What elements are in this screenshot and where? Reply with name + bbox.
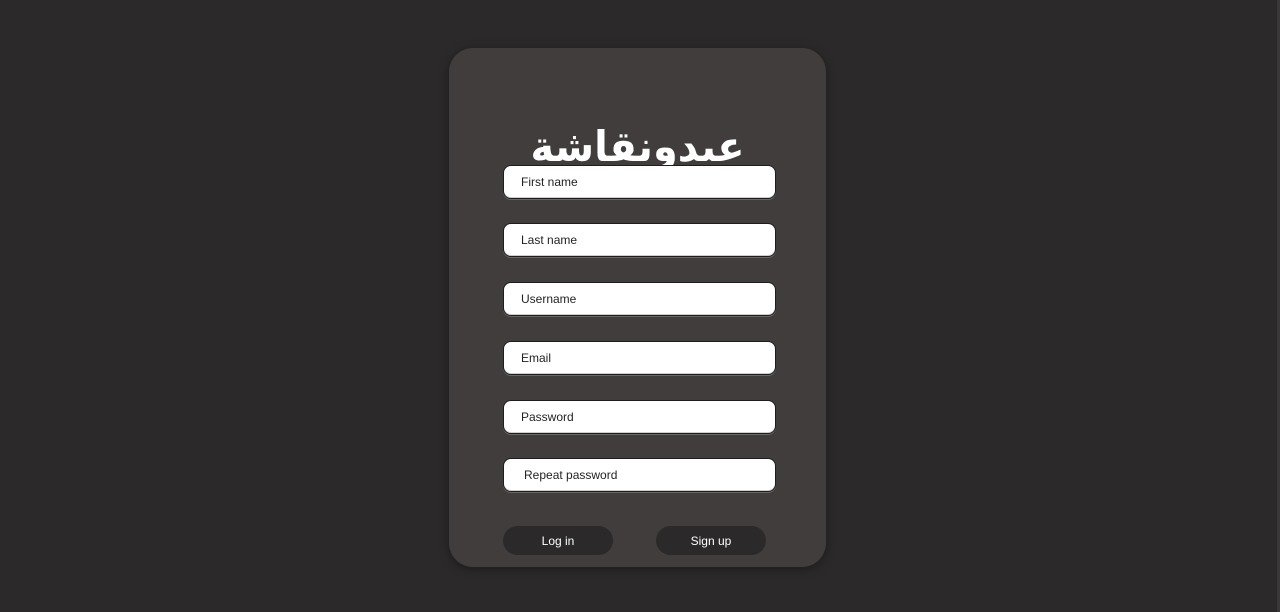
password-input[interactable] <box>503 400 776 434</box>
login-button[interactable]: Log in <box>503 526 613 555</box>
email-input[interactable] <box>503 341 776 375</box>
first-name-input[interactable] <box>503 165 776 199</box>
page: عبدونقاشة Log in Sign up <box>0 0 1280 612</box>
last-name-input[interactable] <box>503 223 776 257</box>
repeat-password-input[interactable] <box>503 458 776 492</box>
signup-button[interactable]: Sign up <box>656 526 766 555</box>
signup-card: عبدونقاشة Log in Sign up <box>449 48 826 567</box>
username-input[interactable] <box>503 282 776 316</box>
